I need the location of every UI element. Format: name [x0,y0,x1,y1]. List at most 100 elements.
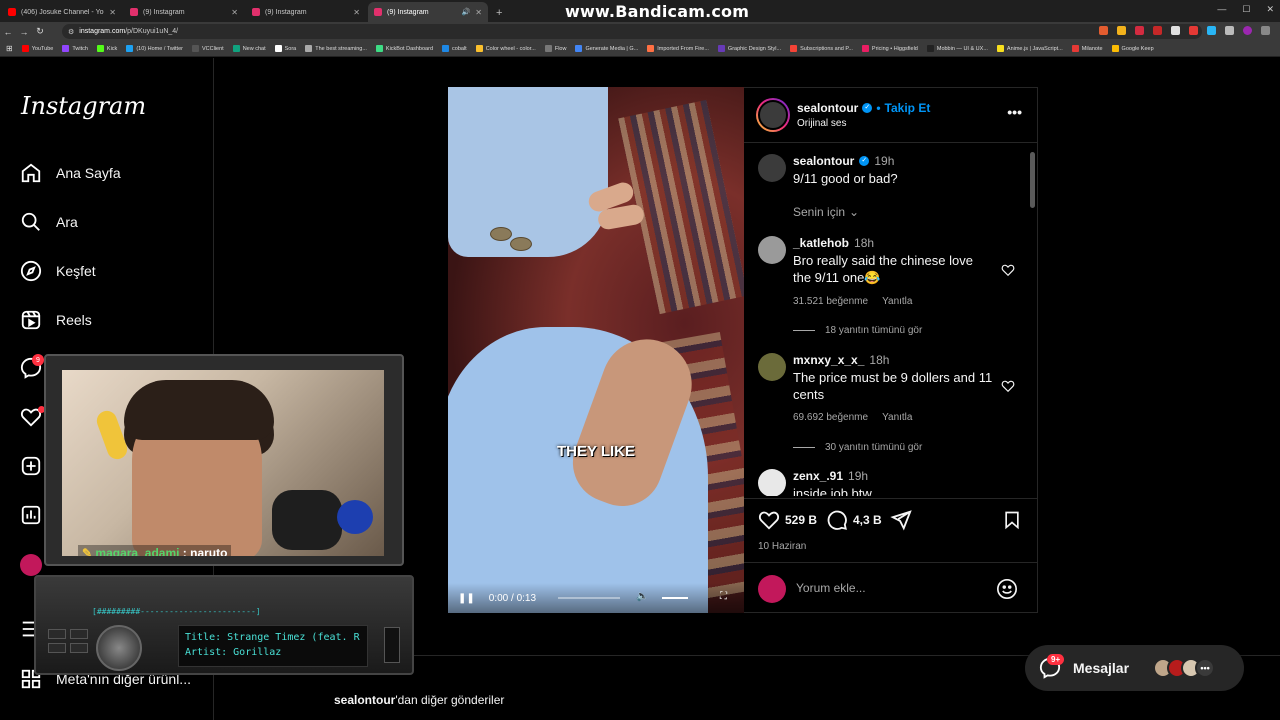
scrollbar-thumb[interactable] [1030,152,1035,208]
share-button[interactable] [890,509,912,531]
extension-icon[interactable] [1171,26,1180,35]
bookmark-item[interactable]: Imported From Fire... [647,45,709,52]
apps-grid-icon[interactable]: ⊞ [6,44,13,53]
view-replies[interactable]: 18 yanıtın tümünü gör [793,325,922,336]
comment-likes[interactable]: 31.521 beğenme [793,296,868,307]
bookmark-item[interactable]: Milanote [1071,45,1103,52]
bookmark-item[interactable]: Twitch [62,45,88,52]
extensions-row [1099,26,1270,35]
like-comment-icon[interactable] [1001,379,1015,393]
sidebar-item-home[interactable]: Ana Sayfa [20,162,121,184]
author-avatar[interactable] [756,98,790,132]
like-comment-icon[interactable] [1001,263,1015,277]
caption-username[interactable]: sealontour [793,154,854,168]
instagram-logo[interactable]: Instagram [21,92,146,120]
bookmark-item[interactable]: VCClient [191,45,224,52]
sort-dropdown[interactable]: Senin için ⌄ [793,205,859,219]
bookmark-item[interactable]: YouTube [21,45,53,52]
close-tab-icon[interactable]: ✕ [475,8,482,17]
browser-tab[interactable]: (9) Instagram ✕ [124,2,244,22]
close-tab-icon[interactable]: ✕ [353,8,360,17]
extension-icon[interactable] [1135,26,1144,35]
back-icon[interactable]: ← [0,27,16,37]
sidebar-item-dashboard[interactable] [20,504,42,526]
bookmark-item[interactable]: Pricing • Higgsfield [861,45,918,52]
close-tab-icon[interactable]: ✕ [109,8,116,17]
bookmark-item[interactable]: Subscriptions and P... [790,45,853,52]
bookmark-item[interactable]: Flow [544,45,566,52]
comment-button[interactable]: 4,3 B [826,509,882,531]
bookmark-item[interactable]: Kick [96,45,117,52]
bookmark-item[interactable]: Mobbin — UI & UX... [926,45,988,52]
close-tab-icon[interactable]: ✕ [231,8,238,17]
puzzle-icon[interactable] [1225,26,1234,35]
forward-icon[interactable]: → [16,27,32,37]
browser-tab[interactable]: (9) Instagram ✕ [246,2,366,22]
reload-icon[interactable]: ↻ [32,26,48,37]
comment-username[interactable]: _katlehob [793,236,849,250]
bookmark-item[interactable]: cobalt [442,45,467,52]
bookmark-item[interactable]: Graphic Design Styl... [717,45,781,52]
extension-icon[interactable] [1099,26,1108,35]
commenter-avatar[interactable] [758,469,786,496]
emoji-icon[interactable] [996,578,1018,600]
author-username[interactable]: sealontour [797,101,858,115]
commenter-avatar[interactable] [758,236,786,264]
comment-likes[interactable]: 69.692 beğenme [793,412,868,423]
bookmark-item[interactable]: New chat [232,45,266,52]
volume-slider[interactable] [662,597,688,599]
follow-button[interactable]: Takip Et [885,101,931,115]
post-video[interactable]: THEY LIKE ❚❚ 0:00 / 0:13 🔈 ⛶ [448,87,744,613]
bookmark-item[interactable]: KickBot Dashboard [375,45,433,52]
comment-username[interactable]: zenx_.91 [793,469,843,483]
sidebar-item-search[interactable]: Ara [20,211,78,233]
bookmark-item[interactable]: Anime.js | JavaScript... [996,45,1063,52]
profile-avatar-icon[interactable] [1243,26,1252,35]
minimize-icon[interactable]: — [1217,4,1226,15]
more-options-icon[interactable]: ••• [1007,104,1022,120]
extension-icon[interactable] [1207,26,1216,35]
more-posts-user[interactable]: sealontour [334,693,395,707]
sidebar-item-explore[interactable]: Keşfet [20,260,96,282]
new-tab-icon[interactable]: + [496,7,502,19]
reply-button[interactable]: Yanıtla [882,412,912,423]
browser-tab[interactable]: (406) Josuke Channel - YouTub ✕ [2,2,122,22]
extension-icon[interactable] [1153,26,1162,35]
fullscreen-icon[interactable]: ⛶ [720,591,727,602]
view-replies[interactable]: 30 yanıtın tümünü gör [793,442,922,453]
coin [490,227,512,241]
close-window-icon[interactable]: ✕ [1266,4,1274,15]
bookmark-item[interactable]: The best streaming... [305,45,367,52]
sidebar-item-profile[interactable] [20,554,42,576]
bookmark-item[interactable]: Google Keep [1111,45,1154,52]
messages-button[interactable]: Mesajlar ••• [1025,645,1244,691]
maximize-icon[interactable]: ☐ [1242,4,1250,15]
speaker-icon[interactable]: 🔊 [462,8,471,16]
commenter-avatar[interactable] [758,353,786,381]
url-path: /p/DKuyui1uN_4/ [125,28,179,35]
browser-tab-active[interactable]: (9) Instagram 🔊 ✕ [368,2,488,22]
bookmark-item[interactable]: Sora [274,45,296,52]
url-bar[interactable]: ⚙ instagram.com/p/DKuyui1uN_4/ [62,24,1202,39]
audio-label[interactable]: Orijinal ses [797,118,846,129]
bookmark-item[interactable]: Generate Media | G... [575,45,638,52]
save-button[interactable] [1002,509,1022,531]
author-avatar[interactable] [758,154,786,182]
comments-scrollbar[interactable] [1030,144,1035,496]
comment-input[interactable]: Yorum ekle... [796,581,866,595]
volume-icon[interactable]: 🔈 [636,591,648,602]
extension-icon[interactable] [1117,26,1126,35]
like-button[interactable]: 529 B [758,509,817,531]
extension-icon[interactable] [1189,26,1198,35]
sidebar-item-create[interactable] [20,455,42,477]
comment-username[interactable]: mxnxy_x_x_ [793,353,864,367]
video-progress-bar[interactable] [558,597,620,599]
bookmark-item[interactable]: Color wheel - color... [475,45,536,52]
pause-icon[interactable]: ❚❚ [458,593,475,604]
sidebar-item-reels[interactable]: Reels [20,309,92,331]
bookmark-item[interactable]: (10) Home / Twitter [126,45,183,52]
reply-button[interactable]: Yanıtla [882,296,912,307]
site-info-icon[interactable]: ⚙ [68,28,74,36]
post-date[interactable]: 10 Haziran [758,541,806,552]
menu-dots-icon[interactable] [1261,26,1270,35]
